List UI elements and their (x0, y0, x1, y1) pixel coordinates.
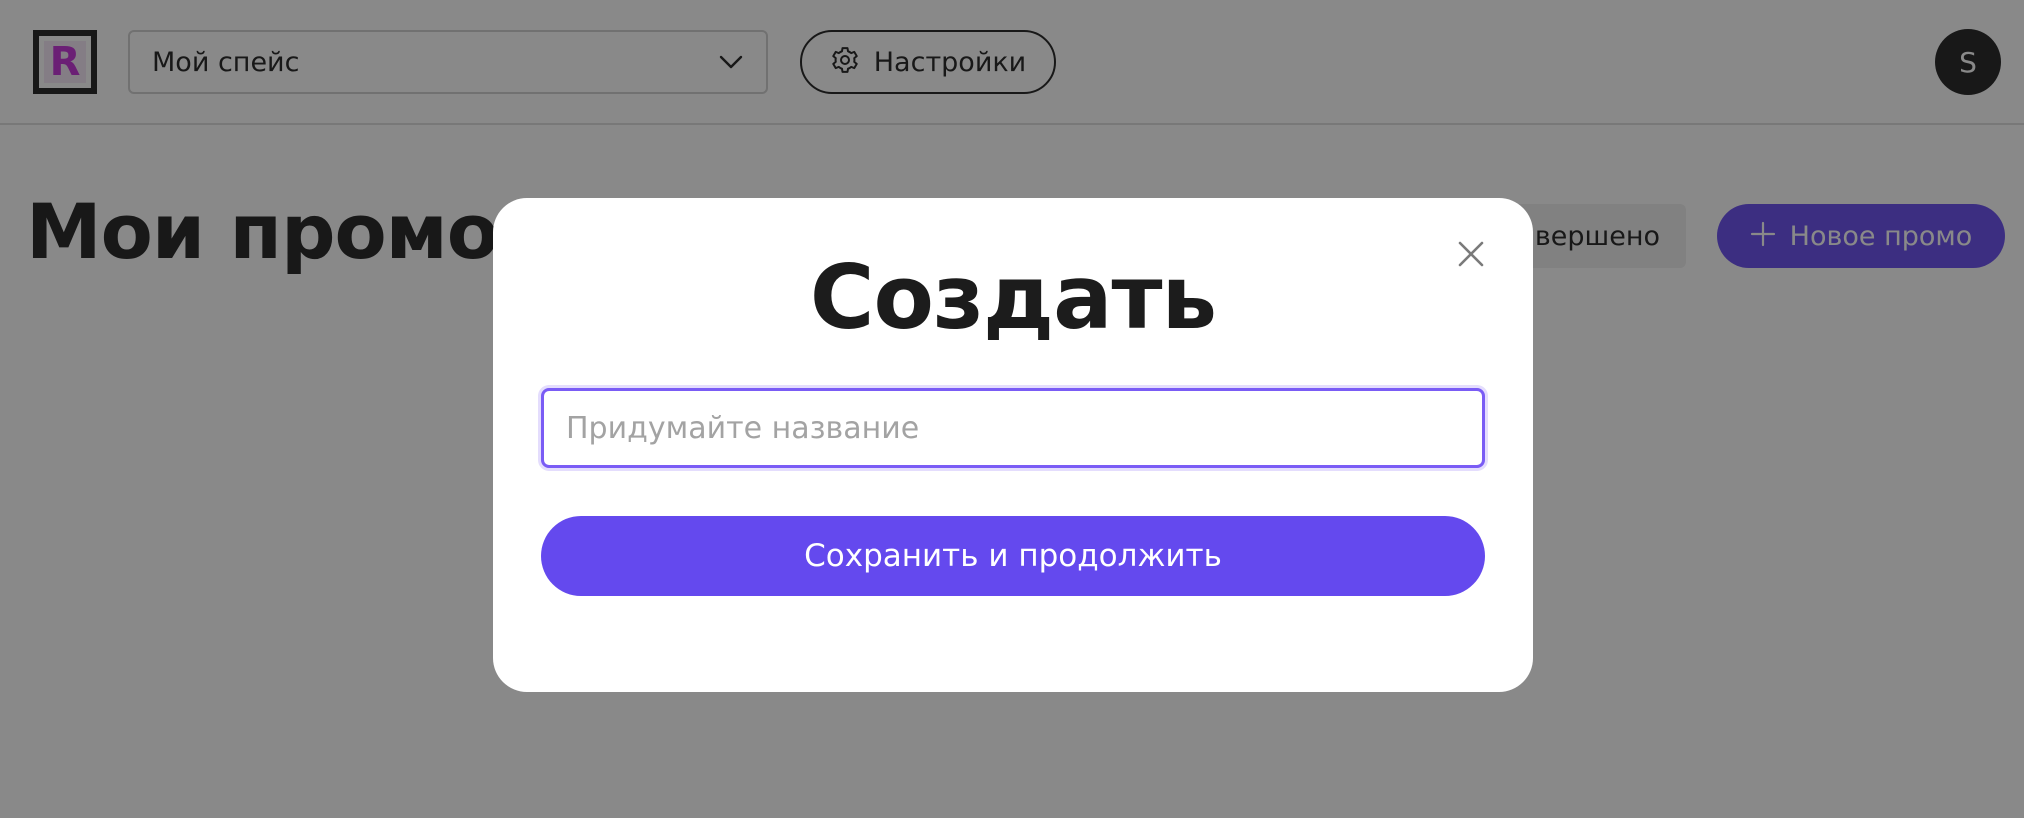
save-button-label: Сохранить и продолжить (804, 538, 1222, 574)
create-modal: Создать Сохранить и продолжить (493, 198, 1533, 692)
save-and-continue-button[interactable]: Сохранить и продолжить (541, 516, 1485, 596)
app-root: R Мой спейс Настройки S Мои промо Заверш… (0, 0, 2024, 818)
promo-name-input[interactable] (541, 388, 1485, 468)
modal-title: Создать (809, 246, 1217, 349)
